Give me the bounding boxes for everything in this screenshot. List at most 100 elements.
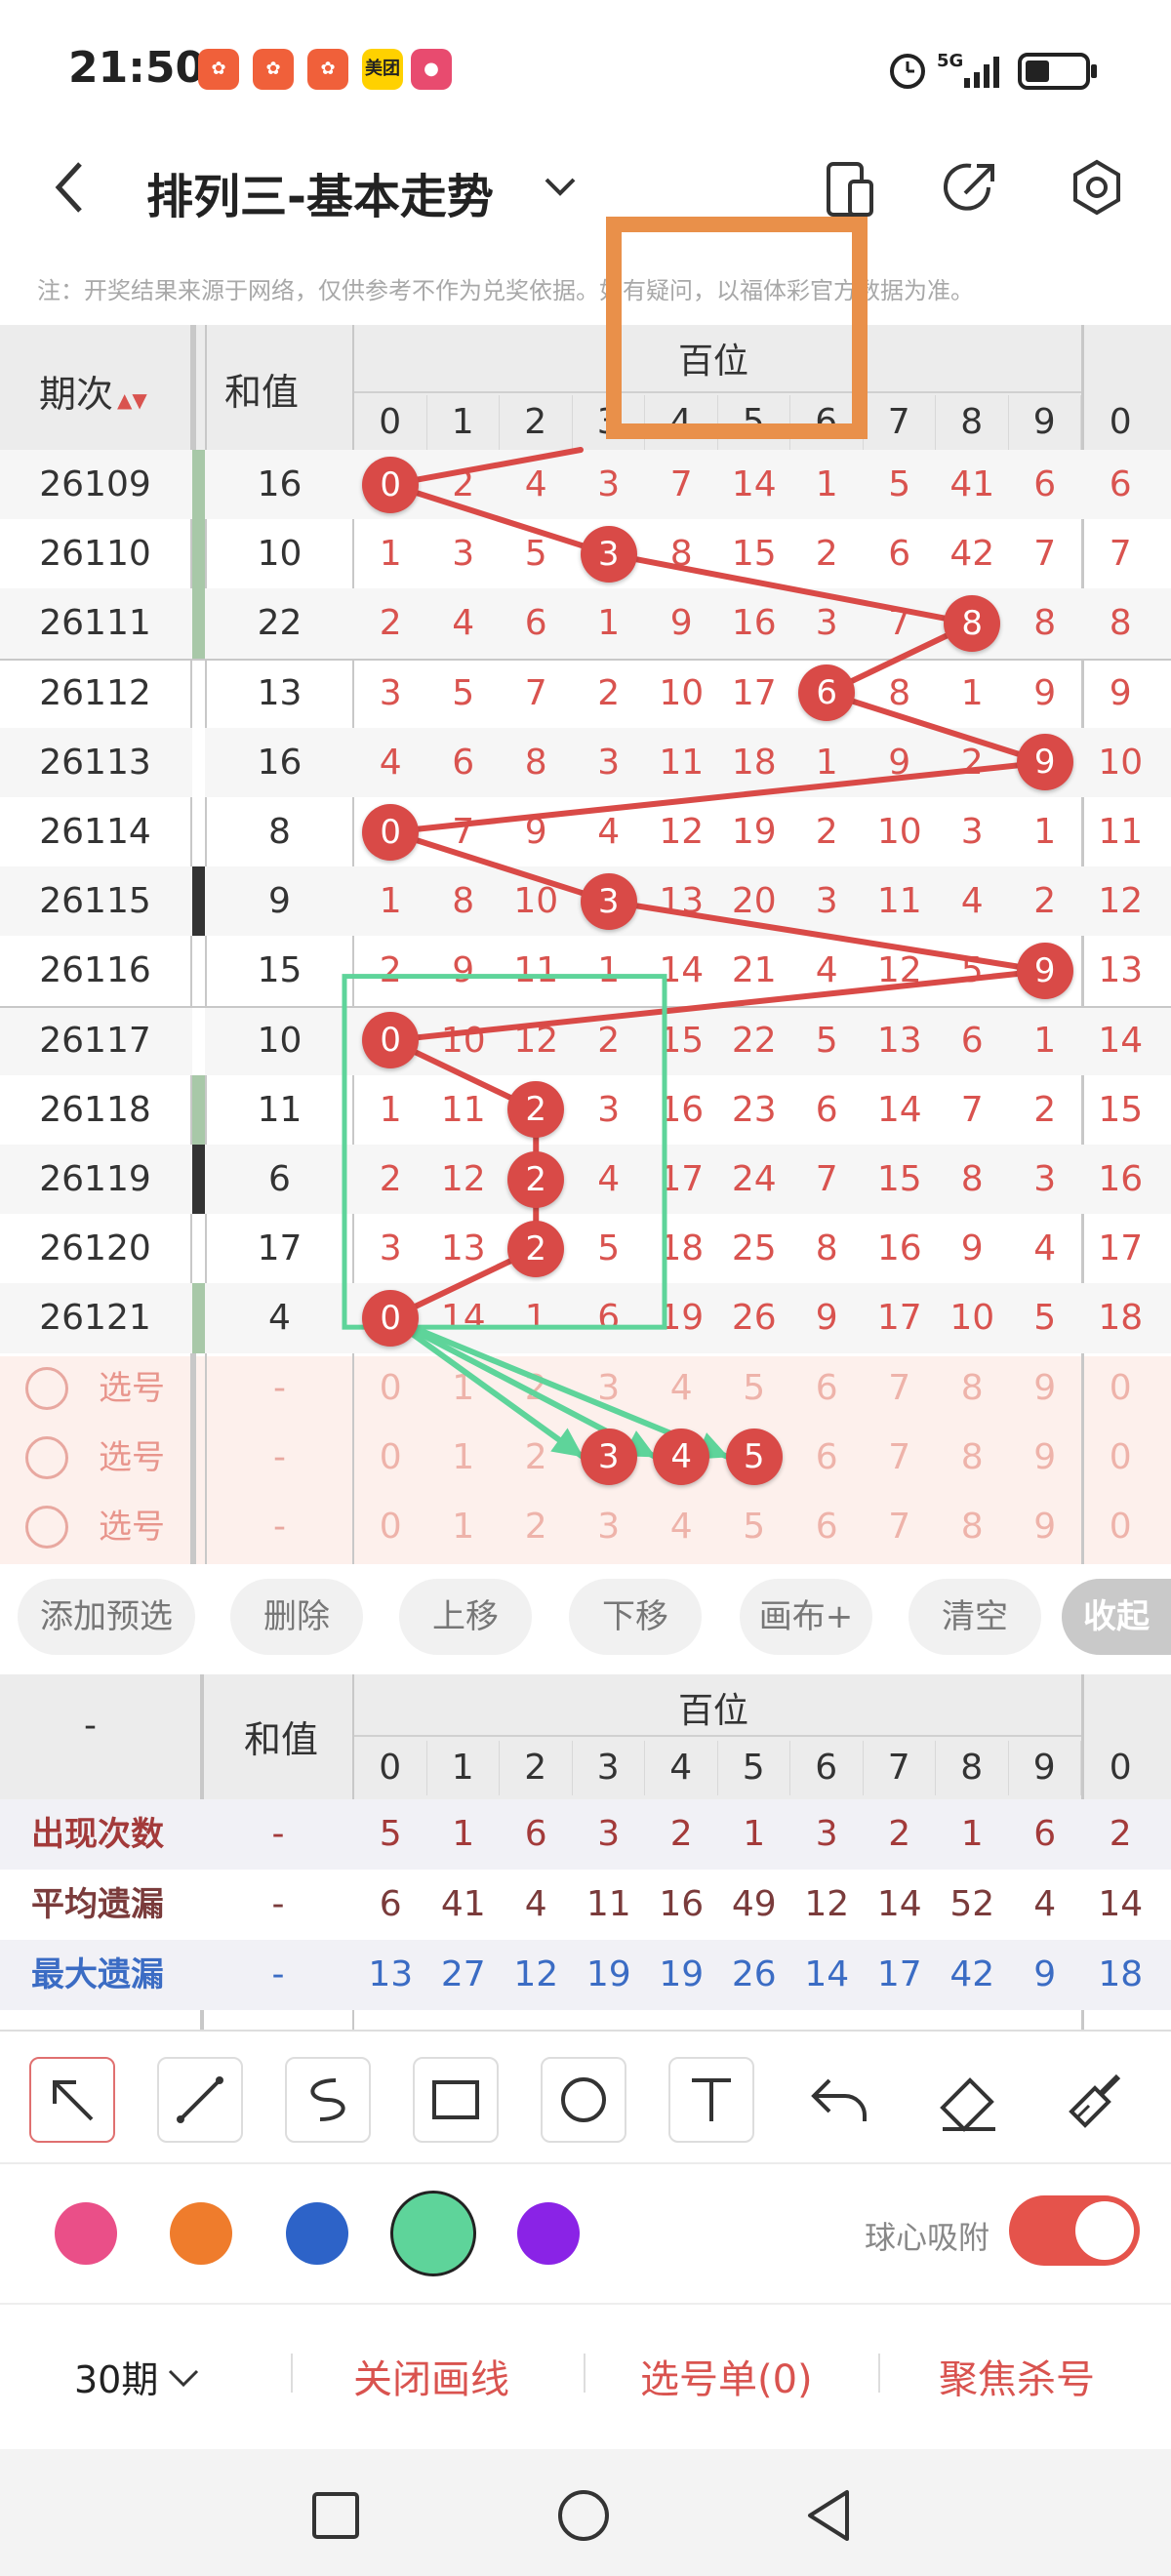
rectangle-tool[interactable] <box>413 2057 499 2143</box>
stats-value: 2 <box>669 1814 693 1854</box>
stats-value: 3 <box>815 1814 838 1854</box>
delete-button[interactable]: 删除 <box>230 1579 363 1655</box>
hit-ball: 2 <box>507 1220 565 1277</box>
trend-line <box>387 447 584 488</box>
text-icon <box>692 2078 731 2121</box>
stats-digit-cell: 6 <box>790 1741 864 1795</box>
stats-value: 2 <box>888 1814 911 1854</box>
stats-value: 11 <box>586 1884 631 1924</box>
stats-value: 14 <box>804 1954 850 1994</box>
focus-kill-button[interactable]: 聚焦杀号 <box>939 2348 1095 2404</box>
green-arrow-head <box>550 1428 584 1458</box>
canvas-plus-button[interactable]: 画布+ <box>740 1579 872 1655</box>
phone-icon[interactable] <box>825 158 875 221</box>
color-orange[interactable] <box>170 2202 232 2265</box>
stats-value: 17 <box>876 1954 922 1994</box>
chevron-down-icon[interactable] <box>543 172 578 201</box>
settings-icon[interactable] <box>1068 158 1126 217</box>
stats-value: 14 <box>876 1884 922 1924</box>
stats-value: 9 <box>1033 1954 1057 1994</box>
color-pink[interactable] <box>55 2202 117 2265</box>
stats-value: 16 <box>659 1884 705 1924</box>
app-icon: ✿ <box>307 49 348 90</box>
stats-next-value: 18 <box>1098 1954 1144 1994</box>
header: 排列三-基本走势 <box>0 137 1171 244</box>
collapse-button[interactable]: 收起 <box>1062 1579 1171 1655</box>
stats-sum: - <box>271 1954 285 1994</box>
status-right-icons: 5G <box>890 51 1097 90</box>
stats-rows: 出现次数 -5 1 6 3 2 1 3 2 1 6 2 平均遗漏 -6 41 4 11 16 49 12 14 52 4 14… <box>0 1799 1171 2032</box>
stats-digit-cell: 3 <box>573 1741 645 1795</box>
divider <box>584 2354 586 2393</box>
curve-icon <box>310 2078 345 2121</box>
line-tool[interactable] <box>157 2057 243 2143</box>
balloon-icon: ● <box>411 49 452 90</box>
hit-ball: 8 <box>944 594 1001 652</box>
stats-value: 1 <box>960 1814 984 1854</box>
stats-value: 12 <box>804 1884 850 1924</box>
recents-icon[interactable] <box>308 2488 363 2543</box>
stats-value: 42 <box>949 1954 995 1994</box>
snap-label: 球心吸附 <box>865 2219 990 2256</box>
text-tool[interactable] <box>668 2057 754 2143</box>
share-icon[interactable] <box>942 158 1000 217</box>
eraser-icon[interactable] <box>927 2063 1009 2137</box>
page-title[interactable]: 排列三-基本走势 <box>146 158 494 226</box>
move-up-button[interactable]: 上移 <box>399 1579 532 1655</box>
home-icon[interactable] <box>554 2486 613 2545</box>
stats-sum: - <box>271 1814 285 1854</box>
picked-ball[interactable]: 3 <box>580 1429 637 1486</box>
close-line-button[interactable]: 关闭画线 <box>353 2348 509 2404</box>
stats-next-value: 14 <box>1098 1884 1144 1924</box>
brush-icon[interactable] <box>1054 2063 1136 2137</box>
signal-icon <box>964 57 999 88</box>
stats-label: 最大遗漏 <box>31 1955 164 1994</box>
stats-value: 19 <box>586 1954 631 1994</box>
stats-digit-cell: 1 <box>427 1741 500 1795</box>
add-preselect-button[interactable]: 添加预选 <box>18 1579 195 1655</box>
trend-line <box>387 968 1048 1044</box>
period-select[interactable]: 30期 <box>74 2350 205 2403</box>
status-bar: 21:50 ✿ ✿ ✿ 美团 ● 5G <box>0 0 1171 137</box>
pick-list-button[interactable]: 选号单(0) <box>640 2348 813 2404</box>
hit-ball: 3 <box>580 525 637 583</box>
stats-digit-cell: 2 <box>500 1741 573 1795</box>
stats-value: 26 <box>731 1954 777 1994</box>
move-down-button[interactable]: 下移 <box>569 1579 702 1655</box>
stats-digit-cell: 5 <box>718 1741 790 1795</box>
hit-ball: 0 <box>362 1289 420 1347</box>
stats-value: 27 <box>440 1954 486 1994</box>
circle-tool[interactable] <box>541 2057 626 2143</box>
undo-icon[interactable] <box>800 2067 882 2135</box>
stats-value: 3 <box>597 1814 621 1854</box>
divider <box>878 2354 880 2393</box>
alarm-icon <box>890 54 925 89</box>
stats-corner: - <box>84 1706 97 1746</box>
picked-ball[interactable]: 5 <box>725 1429 783 1486</box>
snap-toggle[interactable] <box>1009 2195 1140 2266</box>
stats-value: 19 <box>659 1954 705 1994</box>
color-green[interactable] <box>390 2191 476 2276</box>
stats-value: 49 <box>731 1884 777 1924</box>
clear-button[interactable]: 清空 <box>909 1579 1041 1655</box>
stats-digit-cell: 0 <box>354 1741 427 1795</box>
stats-value: 5 <box>379 1814 402 1854</box>
stats-sum: - <box>271 1884 285 1924</box>
stats-value: 6 <box>379 1884 402 1924</box>
stats-next-value: 2 <box>1109 1814 1132 1854</box>
color-blue[interactable] <box>286 2202 348 2265</box>
curve-tool[interactable] <box>285 2057 371 2143</box>
circle-icon <box>561 2077 606 2122</box>
toggle-knob <box>1075 2201 1134 2260</box>
stats-value: 12 <box>513 1954 559 1994</box>
back-nav-icon[interactable] <box>802 2486 857 2545</box>
divider <box>0 2030 1171 2032</box>
color-purple[interactable] <box>517 2202 580 2265</box>
stats-value: 52 <box>949 1884 995 1924</box>
stats-digit-cell: 9 <box>1009 1741 1081 1795</box>
stats-value: 6 <box>524 1814 547 1854</box>
pointer-tool[interactable] <box>29 2057 115 2143</box>
trend-line <box>605 550 976 626</box>
stats-value: 1 <box>743 1814 766 1854</box>
back-icon[interactable] <box>51 158 90 217</box>
